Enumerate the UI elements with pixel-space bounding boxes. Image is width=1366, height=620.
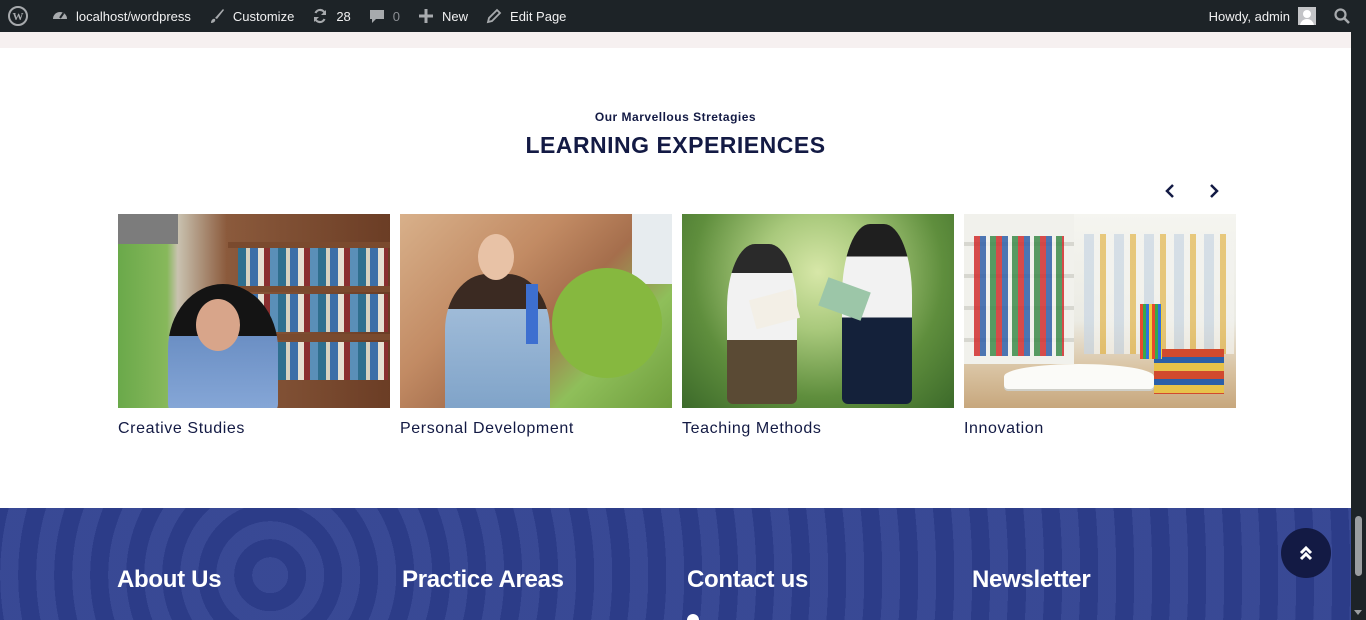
page-content: Our Marvellous Stretagies LEARNING EXPER… bbox=[0, 32, 1351, 620]
my-account-menu[interactable]: Howdy, admin bbox=[1201, 0, 1324, 32]
carousel-next-button[interactable] bbox=[1202, 179, 1226, 203]
customize-label: Customize bbox=[232, 8, 295, 24]
location-icon bbox=[687, 614, 699, 620]
admin-bar: W localhost/wordpress Customize 28 0 New… bbox=[0, 0, 1366, 32]
footer-contact-heading: Contact us bbox=[687, 566, 809, 593]
wordpress-icon: W bbox=[8, 6, 28, 26]
site-name-label: localhost/wordpress bbox=[76, 8, 191, 24]
carousel-card[interactable]: Creative Studies bbox=[118, 214, 390, 438]
card-caption[interactable]: Innovation bbox=[964, 420, 1236, 438]
card-caption[interactable]: Personal Development bbox=[400, 420, 672, 438]
footer-background-image bbox=[0, 508, 1351, 620]
updates-icon bbox=[310, 6, 330, 26]
pencil-icon bbox=[484, 6, 504, 26]
customize-link[interactable]: Customize bbox=[199, 0, 302, 32]
new-content-menu[interactable]: New bbox=[408, 0, 476, 32]
section-title: LEARNING EXPERIENCES bbox=[525, 132, 826, 158]
edit-page-label: Edit Page bbox=[510, 8, 567, 24]
site-footer: About Us Practice Areas Contact us Newsl… bbox=[0, 508, 1351, 620]
brush-icon bbox=[207, 6, 227, 26]
carousel-card[interactable]: Personal Development bbox=[400, 214, 672, 438]
comment-icon bbox=[367, 6, 387, 26]
carousel-card[interactable]: Innovation bbox=[964, 214, 1236, 438]
card-image[interactable] bbox=[682, 214, 954, 408]
chevron-left-icon bbox=[1165, 184, 1174, 198]
updates-link[interactable]: 28 bbox=[302, 0, 358, 32]
search-icon bbox=[1332, 6, 1352, 26]
footer-practice-heading: Practice Areas bbox=[402, 566, 564, 593]
learning-carousel: Creative Studies Personal Development Te… bbox=[118, 214, 1236, 438]
search-button[interactable] bbox=[1324, 0, 1366, 32]
card-caption[interactable]: Teaching Methods bbox=[682, 420, 954, 438]
scroll-down-arrow-icon[interactable] bbox=[1354, 610, 1362, 615]
card-image[interactable] bbox=[400, 214, 672, 408]
howdy-label: Howdy, admin bbox=[1208, 8, 1290, 24]
double-chevron-up-icon bbox=[1299, 545, 1313, 561]
comments-count: 0 bbox=[392, 8, 401, 24]
plus-icon bbox=[416, 6, 436, 26]
carousel-card[interactable]: Teaching Methods bbox=[682, 214, 954, 438]
wordpress-logo-menu[interactable]: W bbox=[0, 0, 42, 32]
comments-link[interactable]: 0 bbox=[359, 0, 408, 32]
card-image[interactable] bbox=[118, 214, 390, 408]
scrollbar-thumb[interactable] bbox=[1355, 516, 1362, 576]
card-image[interactable] bbox=[964, 214, 1236, 408]
site-name-menu[interactable]: localhost/wordpress bbox=[42, 0, 199, 32]
svg-text:W: W bbox=[13, 11, 24, 23]
new-label: New bbox=[442, 8, 469, 24]
carousel-prev-button[interactable] bbox=[1158, 179, 1182, 203]
updates-count: 28 bbox=[336, 8, 351, 24]
section-eyebrow: Our Marvellous Stretagies bbox=[594, 110, 757, 124]
previous-section-strip bbox=[0, 32, 1351, 48]
dashboard-icon bbox=[50, 6, 70, 26]
card-caption[interactable]: Creative Studies bbox=[118, 420, 390, 438]
footer-newsletter-heading: Newsletter bbox=[972, 566, 1091, 593]
chevron-right-icon bbox=[1210, 184, 1219, 198]
avatar bbox=[1298, 7, 1316, 25]
footer-about-heading: About Us bbox=[117, 566, 222, 593]
scroll-to-top-button[interactable] bbox=[1281, 528, 1331, 578]
page-scrollbar[interactable] bbox=[1351, 32, 1366, 620]
edit-page-link[interactable]: Edit Page bbox=[476, 0, 574, 32]
